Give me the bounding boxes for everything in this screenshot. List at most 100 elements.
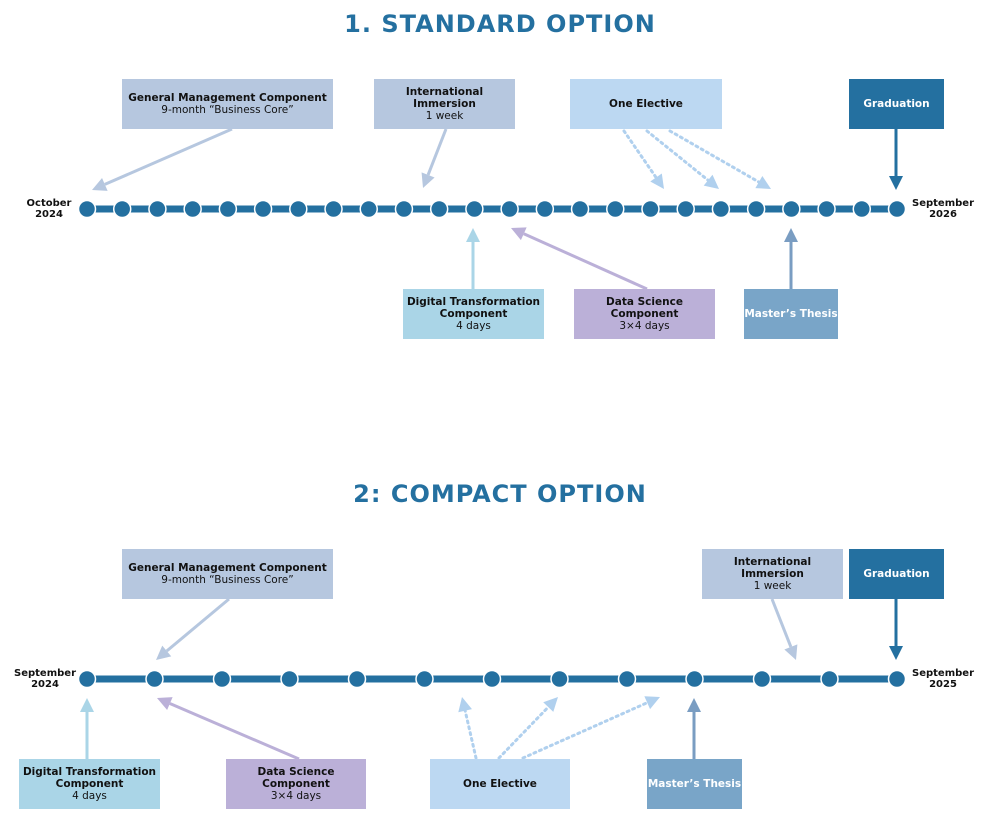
- standard-digital-arrow-arrowhead-icon: [466, 228, 480, 242]
- elective-title: One Elective: [463, 778, 537, 790]
- datascience-subtitle: 3×4 days: [270, 790, 322, 802]
- compact-elective-arrow-1-shaft: [463, 709, 478, 760]
- standard-month-node: [676, 199, 695, 219]
- standard-thesis-arrow-arrowhead-icon: [784, 228, 798, 242]
- compact-thesis-arrow-arrowhead-icon: [687, 698, 701, 712]
- standard-masters-thesis-box: Master’s Thesis: [744, 289, 838, 339]
- standard-month-node: [148, 199, 167, 219]
- compact-data-science-box: Data Science Component 3×4 days: [226, 759, 366, 809]
- datascience-title-line1: Data Science: [257, 766, 335, 778]
- compact-graduation-box: Graduation: [849, 549, 944, 599]
- gm-title: General Management Component: [128, 92, 327, 104]
- standard-month-node: [852, 199, 872, 219]
- intl-subtitle: 1 week: [753, 580, 792, 592]
- standard-elective-arrow-1-shaft: [622, 129, 658, 179]
- standard-intl-arrow-shaft: [426, 128, 448, 176]
- compact-month-node: [482, 669, 502, 689]
- standard-month-node: [359, 199, 378, 219]
- compact-one-elective-box: One Elective: [430, 759, 570, 809]
- end-month: September: [912, 198, 974, 209]
- compact-start-date: September 2024: [12, 668, 78, 690]
- start-year: 2024: [35, 209, 63, 220]
- standard-graduation-box: Graduation: [849, 79, 944, 129]
- compact-datascience-arrow-shaft: [169, 702, 300, 761]
- start-month: October: [26, 198, 72, 209]
- gm-subtitle: 9-month “Business Core”: [161, 574, 294, 586]
- compact-month-node: [820, 669, 839, 689]
- standard-gm-arrow-shaft: [104, 127, 233, 186]
- intl-title-line2: Immersion: [741, 568, 804, 580]
- standard-month-node: [606, 199, 625, 219]
- standard-month-node: [746, 199, 766, 219]
- end-month: September: [912, 668, 974, 679]
- gm-subtitle: 9-month “Business Core”: [161, 104, 294, 116]
- standard-month-node: [641, 199, 660, 219]
- compact-month-node: [77, 669, 97, 689]
- standard-elective-arrow-3-shaft: [668, 129, 761, 184]
- standard-one-elective-box: One Elective: [570, 79, 722, 129]
- standard-month-node: [887, 199, 907, 219]
- digital-title-line2: Component: [55, 778, 124, 790]
- standard-month-node: [500, 199, 519, 219]
- standard-elective-arrow-2-shaft: [645, 129, 710, 182]
- intl-title-line1: International: [405, 86, 484, 98]
- gm-title: General Management Component: [128, 562, 327, 574]
- standard-digital-transformation-box: Digital Transformation Component 4 days: [403, 289, 544, 339]
- standard-month-node: [183, 199, 202, 219]
- standard-start-date: October 2024: [20, 198, 78, 220]
- standard-month-node: [112, 199, 132, 219]
- standard-month-node: [429, 199, 449, 219]
- compact-end-date: September 2025: [908, 668, 978, 690]
- compact-international-immersion-box: International Immersion 1 week: [702, 549, 843, 599]
- compact-month-node: [752, 669, 772, 689]
- start-year: 2024: [31, 679, 59, 690]
- intl-title-line2: Immersion: [413, 98, 476, 110]
- compact-month-node: [347, 669, 367, 689]
- start-month: September: [14, 668, 76, 679]
- digital-title-line1: Digital Transformation: [406, 296, 541, 308]
- standard-month-node: [711, 199, 731, 219]
- standard-graduation-arrow-arrowhead-icon: [889, 176, 903, 190]
- standard-month-node: [324, 199, 343, 219]
- compact-intl-arrow-shaft: [770, 598, 793, 648]
- standard-month-node: [77, 199, 97, 219]
- compact-month-node: [280, 669, 299, 689]
- standard-month-node: [218, 199, 238, 219]
- compact-month-node: [145, 669, 164, 689]
- graduation-title: Graduation: [863, 568, 930, 580]
- standard-international-immersion-box: International Immersion 1 week: [374, 79, 515, 129]
- compact-elective-arrow-3-arrowhead-icon: [644, 696, 660, 710]
- standard-data-science-box: Data Science Component 3×4 days: [574, 289, 715, 339]
- datascience-title-line2: Component: [610, 308, 679, 320]
- digital-title-line2: Component: [439, 308, 508, 320]
- compact-month-node: [550, 669, 569, 689]
- digital-title-line1: Digital Transformation: [22, 766, 157, 778]
- digital-subtitle: 4 days: [72, 790, 107, 802]
- standard-month-node: [817, 199, 836, 219]
- standard-datascience-arrow-shaft: [523, 232, 648, 291]
- end-year: 2025: [929, 679, 957, 690]
- standard-elective-arrow-1-arrowhead-icon: [650, 173, 664, 189]
- standard-timeline-bar: [87, 205, 897, 213]
- compact-elective-arrow-1-arrowhead-icon: [458, 697, 472, 713]
- compact-gm-arrow-shaft: [165, 597, 230, 653]
- digital-subtitle: 4 days: [456, 320, 491, 332]
- standard-month-node: [782, 199, 801, 219]
- standard-month-node: [253, 199, 273, 219]
- compact-month-node: [685, 669, 704, 689]
- compact-month-node: [887, 669, 907, 689]
- end-year: 2026: [929, 209, 957, 220]
- intl-title-line1: International: [733, 556, 812, 568]
- datascience-title-line1: Data Science: [606, 296, 683, 308]
- graduation-title: Graduation: [863, 98, 930, 110]
- standard-month-node: [535, 199, 555, 219]
- compact-month-node: [617, 669, 637, 689]
- datascience-title-line2: Component: [262, 778, 330, 790]
- compact-general-management-box: General Management Component 9-month “Bu…: [122, 549, 333, 599]
- intl-subtitle: 1 week: [425, 110, 464, 122]
- standard-end-date: September 2026: [908, 198, 978, 220]
- elective-title: One Elective: [609, 98, 683, 110]
- thesis-title: Master’s Thesis: [647, 778, 742, 790]
- datascience-subtitle: 3×4 days: [619, 320, 670, 332]
- standard-general-management-box: General Management Component 9-month “Bu…: [122, 79, 333, 129]
